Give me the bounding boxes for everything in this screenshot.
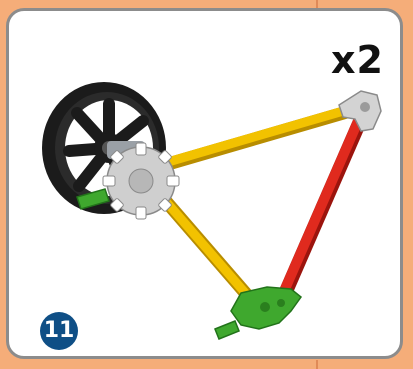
model-illustration bbox=[42, 82, 382, 340]
grey-corner-connector bbox=[338, 90, 382, 132]
red-rod bbox=[277, 116, 368, 299]
yellow-rod bbox=[142, 100, 366, 178]
background-divider bbox=[316, 360, 318, 369]
step-number-badge: 11 bbox=[40, 312, 78, 350]
green-corner-connector bbox=[214, 286, 303, 340]
instruction-panel: x2 11 bbox=[6, 8, 403, 359]
grey-hub-connector bbox=[102, 142, 180, 220]
